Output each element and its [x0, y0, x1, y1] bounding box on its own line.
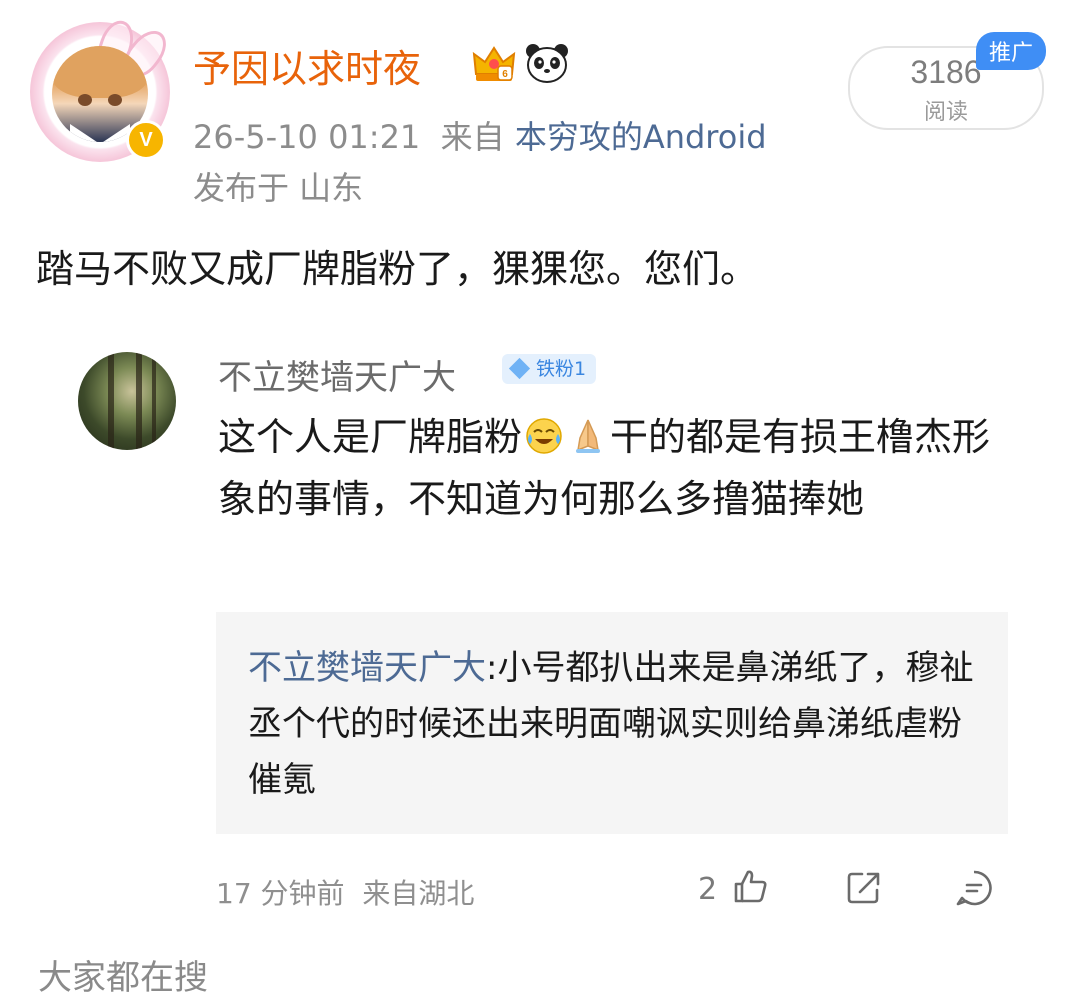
- comment-icon[interactable]: [954, 868, 994, 908]
- author-name[interactable]: 予因以求时夜: [193, 38, 421, 93]
- reply-text: 不立樊墙天广大:小号都扒出来是鼻涕纸了，穆祉丞个代的时候还出来明面嘲讽实则给鼻涕…: [248, 640, 978, 808]
- source-prefix: 来自: [440, 118, 505, 156]
- trending-section-title: 大家都在搜: [38, 958, 208, 998]
- crown-icon[interactable]: 6: [472, 44, 516, 84]
- comment-location: 来自湖北: [362, 877, 475, 910]
- svg-text:6: 6: [502, 69, 508, 80]
- verified-icon: V: [126, 120, 166, 160]
- post-timestamp: 26-5-10 01:21: [193, 118, 421, 156]
- comment-text: 这个人是厂牌脂粉 干的都是有损王橹杰形象的事情，不知道为何那么多撸猫捧她: [218, 406, 1008, 530]
- share-icon[interactable]: [844, 868, 884, 908]
- like-icon[interactable]: [730, 866, 770, 906]
- reply-separator: :: [486, 648, 498, 688]
- read-label: 阅读: [923, 100, 968, 125]
- comment-meta: 17 分钟前 来自湖北: [216, 872, 474, 912]
- reply-author-link[interactable]: 不立樊墙天广大: [248, 648, 486, 688]
- fan-level-badge: 铁粉1: [502, 354, 597, 384]
- comment-text-part1: 这个人是厂牌脂粉: [218, 415, 523, 459]
- post-meta: 26-5-10 01:21 来自 本穷攻的Android: [193, 112, 767, 158]
- commenter-name[interactable]: 不立樊墙天广大: [218, 350, 456, 399]
- panda-icon[interactable]: [524, 42, 570, 84]
- post-text: 踏马不败又成厂牌脂粉了，猓猓您。您们。: [36, 247, 759, 291]
- post-location: 发布于 山东: [193, 169, 364, 207]
- like-count: 2: [698, 872, 718, 907]
- pray-hands-emoji: [576, 419, 601, 453]
- author-avatar[interactable]: V: [30, 16, 174, 162]
- source-app-link[interactable]: 本穷攻的Android: [515, 118, 767, 156]
- laugh-cry-emoji: [526, 418, 562, 454]
- comment-time: 17 分钟前: [216, 877, 345, 910]
- fan-badge-label: 铁粉1: [536, 358, 587, 380]
- commenter-avatar[interactable]: [78, 352, 176, 450]
- promote-badge[interactable]: 推广: [976, 32, 1046, 70]
- diamond-icon: [508, 357, 531, 380]
- quoted-reply[interactable]: 不立樊墙天广大:小号都扒出来是鼻涕纸了，穆祉丞个代的时候还出来明面嘲讽实则给鼻涕…: [216, 612, 1008, 834]
